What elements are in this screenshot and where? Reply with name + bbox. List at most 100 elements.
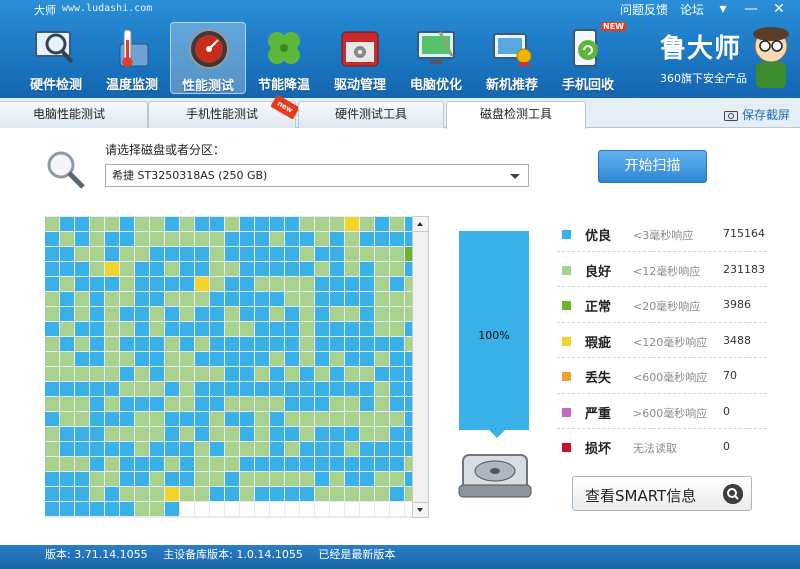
sector-cell xyxy=(210,397,224,411)
sector-grid xyxy=(45,216,415,518)
sector-cell xyxy=(345,352,359,366)
sector-cell xyxy=(285,292,299,306)
sector-cell xyxy=(255,487,269,501)
nav-item-performance-test[interactable]: 性能测试 xyxy=(170,22,246,94)
sector-cell xyxy=(45,427,59,441)
sector-cell xyxy=(150,292,164,306)
sector-cell xyxy=(330,487,344,501)
tab-label: 硬件测试工具 xyxy=(334,107,407,121)
start-scan-button[interactable]: 开始扫描 xyxy=(598,150,707,183)
sector-cell xyxy=(315,322,329,336)
sector-cell xyxy=(180,292,194,306)
sector-cell xyxy=(120,427,134,441)
disk-select[interactable]: 希捷 ST3250318AS (250 GB) xyxy=(105,164,529,187)
sector-cell xyxy=(375,397,389,411)
sector-cell xyxy=(75,502,89,516)
sector-cell xyxy=(375,487,389,501)
sector-cell xyxy=(330,277,344,291)
nav-item-energy-saving[interactable]: 节能降温 xyxy=(246,22,322,94)
legend-row: 严重 >600毫秒响应 0 xyxy=(557,394,767,429)
close-button[interactable]: ✕ xyxy=(770,0,788,18)
feedback-link[interactable]: 问题反馈 xyxy=(620,1,668,18)
sector-cell xyxy=(225,472,239,486)
sector-cell xyxy=(300,487,314,501)
sector-cell xyxy=(345,397,359,411)
nav-item-hardware-check[interactable]: 硬件检测 xyxy=(18,22,94,94)
sector-cell xyxy=(210,277,224,291)
tab-disk-check[interactable]: 磁盘检测工具 xyxy=(446,101,586,129)
sector-cell xyxy=(90,487,104,501)
tab-label: 磁盘检测工具 xyxy=(479,107,552,121)
sector-cell xyxy=(255,412,269,426)
sector-cell xyxy=(375,232,389,246)
sector-cell xyxy=(225,367,239,381)
sector-cell xyxy=(60,502,74,516)
sector-cell xyxy=(240,397,254,411)
sector-cell xyxy=(270,457,284,471)
sector-cell xyxy=(225,457,239,471)
sector-cell xyxy=(375,457,389,471)
tab-hardware-tools[interactable]: 硬件测试工具 xyxy=(298,101,444,128)
sector-cell xyxy=(90,427,104,441)
forum-link[interactable]: 论坛 xyxy=(680,1,704,18)
sector-cell xyxy=(180,457,194,471)
save-screenshot-button[interactable]: 保存截屏 xyxy=(723,106,790,123)
sector-cell xyxy=(345,217,359,231)
sector-cell xyxy=(165,487,179,501)
scroll-up-button[interactable] xyxy=(413,217,428,232)
sector-cell xyxy=(135,412,149,426)
scroll-down-button[interactable] xyxy=(413,502,428,517)
sector-cell xyxy=(60,322,74,336)
app-url: www.ludashi.com xyxy=(62,3,153,14)
view-smart-button[interactable]: 查看SMART信息 xyxy=(572,476,752,511)
sector-cell xyxy=(195,397,209,411)
sector-cell xyxy=(375,277,389,291)
sector-cell xyxy=(255,307,269,321)
nav-item-temperature[interactable]: 温度监测 xyxy=(94,22,170,94)
disk-select-value: 希捷 ST3250318AS (250 GB) xyxy=(112,169,268,182)
sector-cell xyxy=(240,307,254,321)
sector-cell xyxy=(90,247,104,261)
sector-cell xyxy=(60,397,74,411)
sector-cell xyxy=(135,322,149,336)
sector-cell xyxy=(330,352,344,366)
sector-cell xyxy=(210,457,224,471)
sector-cell xyxy=(300,277,314,291)
minimize-button[interactable]: — xyxy=(742,0,760,18)
grid-scrollbar[interactable] xyxy=(412,216,429,518)
sector-cell xyxy=(255,247,269,261)
nav-label: 温度监测 xyxy=(105,78,158,93)
legend-swatch xyxy=(562,265,571,275)
sector-cell xyxy=(285,427,299,441)
sector-cell xyxy=(345,427,359,441)
sector-cell xyxy=(45,217,59,231)
sector-cell xyxy=(60,457,74,471)
sector-cell xyxy=(360,397,374,411)
legend-desc: <600毫秒响应 xyxy=(633,371,708,384)
nav-item-phone-recycle[interactable]: NEW 手机回收 xyxy=(550,22,626,94)
sector-cell xyxy=(390,382,404,396)
tab-label: 手机性能测试 xyxy=(185,107,258,121)
tab-phone-performance[interactable]: 手机性能测试 new xyxy=(148,94,300,128)
search-icon xyxy=(723,484,743,504)
sector-cell xyxy=(240,322,254,336)
sector-cell xyxy=(390,277,404,291)
sector-cell xyxy=(330,262,344,276)
tab-pc-performance[interactable]: 电脑性能测试 xyxy=(0,101,148,128)
nav-label: 硬件检测 xyxy=(29,78,82,93)
menu-icon[interactable]: ▾ xyxy=(714,0,732,18)
sector-cell xyxy=(240,367,254,381)
sector-cell xyxy=(330,217,344,231)
sector-cell xyxy=(315,397,329,411)
nav-item-new-pc[interactable]: 新机推荐 xyxy=(474,22,550,94)
nav-item-optimize[interactable]: 电脑优化 xyxy=(398,22,474,94)
sector-cell xyxy=(390,427,404,441)
sector-cell xyxy=(255,382,269,396)
nav-item-driver-manage[interactable]: 驱动管理 xyxy=(322,22,398,94)
sector-cell xyxy=(90,352,104,366)
sector-cell xyxy=(375,292,389,306)
smart-button-label: 查看SMART信息 xyxy=(585,487,697,505)
sector-cell xyxy=(255,352,269,366)
sector-cell xyxy=(330,322,344,336)
sector-cell xyxy=(135,337,149,351)
